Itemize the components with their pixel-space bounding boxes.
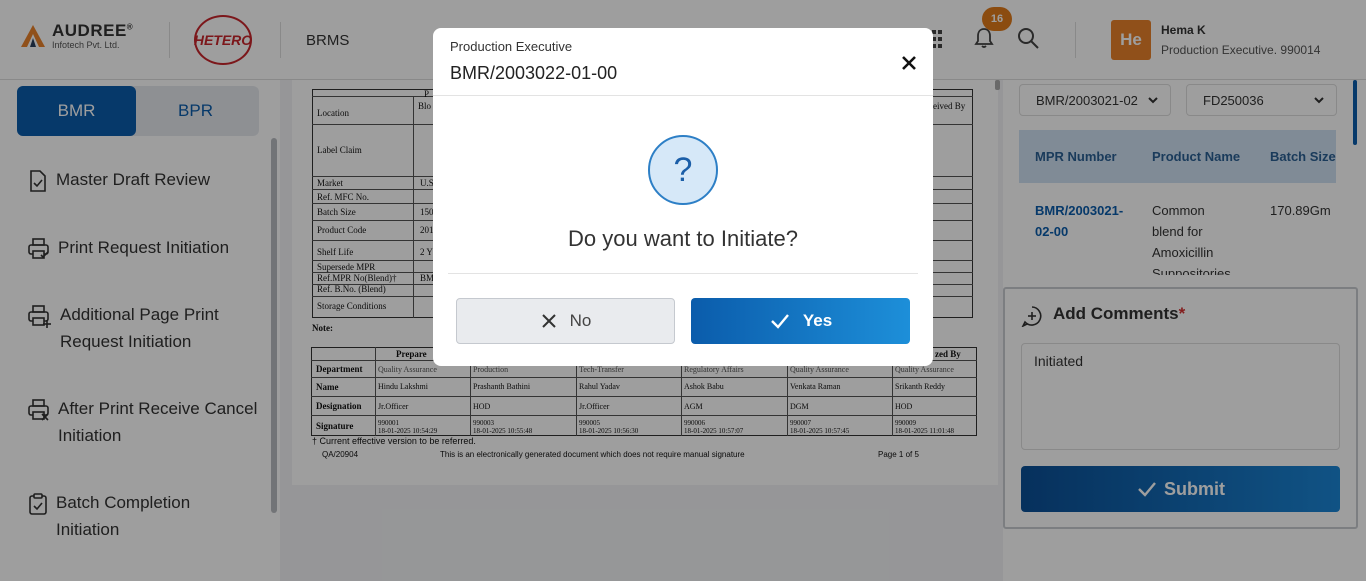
dialog-divider bbox=[448, 273, 918, 274]
dialog-divider bbox=[433, 95, 933, 96]
question-icon: ? bbox=[648, 135, 718, 205]
no-button[interactable]: No bbox=[456, 298, 675, 344]
yes-button[interactable]: Yes bbox=[691, 298, 910, 344]
dialog-title: BMR/2003022-01-00 bbox=[450, 63, 618, 83]
close-icon[interactable] bbox=[900, 54, 918, 72]
check-icon bbox=[770, 314, 789, 329]
close-icon bbox=[541, 314, 556, 328]
dialog-subtitle: Production Executive bbox=[450, 39, 573, 54]
confirm-initiate-dialog: Production Executive BMR/2003022-01-00 ?… bbox=[433, 28, 933, 366]
dialog-question: Do you want to Initiate? bbox=[568, 226, 798, 251]
no-button-label: No bbox=[569, 311, 592, 330]
yes-button-label: Yes bbox=[802, 311, 833, 330]
